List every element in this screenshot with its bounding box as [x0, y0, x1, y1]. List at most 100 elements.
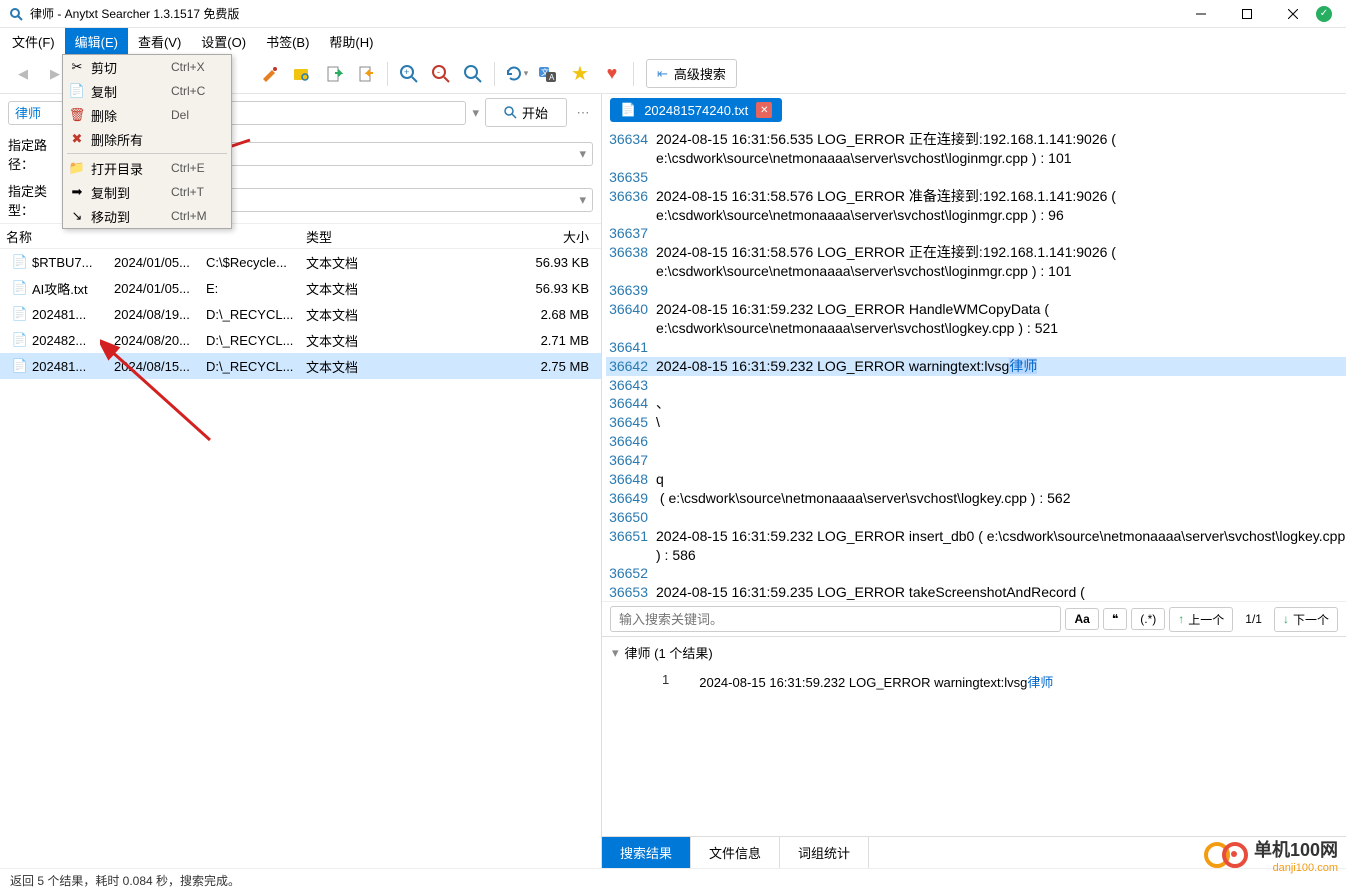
file-list: 📄$RTBU7...2024/01/05...C:\$Recycle...文本文…	[0, 249, 601, 868]
zoom-in-icon[interactable]: +	[394, 59, 424, 89]
text-viewer[interactable]: 366342024-08-15 16:31:56.535 LOG_ERROR 正…	[602, 126, 1346, 601]
menu-edit[interactable]: 编辑(E)	[65, 28, 128, 55]
refresh-icon[interactable]: ▾	[501, 59, 531, 89]
find-bar: Aa ❝ (.*) ↑上一个 1/1 ↓下一个	[602, 601, 1346, 636]
viewer-line: 366362024-08-15 16:31:58.576 LOG_ERROR 准…	[606, 187, 1346, 225]
menu-open-dir[interactable]: 📁打开目录Ctrl+E	[63, 156, 231, 180]
status-bar: 返回 5 个结果，耗时 0.084 秒，搜索完成。	[0, 868, 1346, 892]
file-icon: 📄	[12, 280, 28, 296]
maximize-button[interactable]	[1224, 0, 1270, 28]
close-tab-button[interactable]: ✕	[756, 102, 772, 118]
results-area: ▾ 律师 (1 个结果) 12024-08-15 16:31:59.232 LOG…	[602, 636, 1346, 836]
file-icon: 📄	[12, 332, 28, 348]
search-icon[interactable]	[458, 59, 488, 89]
menu-file[interactable]: 文件(F)	[2, 28, 65, 55]
viewer-line: 36645\	[606, 413, 1346, 432]
viewer-line: 36644、	[606, 394, 1346, 413]
col-name[interactable]: 名称	[0, 227, 100, 246]
menu-view[interactable]: 查看(V)	[128, 28, 191, 55]
viewer-line: 36646	[606, 432, 1346, 451]
menu-help[interactable]: 帮助(H)	[319, 28, 383, 55]
translate-icon[interactable]: 文A	[533, 59, 563, 89]
viewer-line: 36650	[606, 508, 1346, 527]
app-icon	[8, 6, 24, 22]
menu-delete[interactable]: 🗑删除Del	[63, 103, 231, 127]
tab-stats[interactable]: 词组统计	[780, 837, 869, 868]
menu-settings[interactable]: 设置(O)	[191, 28, 256, 55]
delete-icon: 🗑	[63, 107, 91, 123]
svg-text:A: A	[549, 73, 555, 82]
menu-copy-to[interactable]: ➡复制到Ctrl+T	[63, 180, 231, 204]
brush-icon[interactable]	[255, 59, 285, 89]
table-row[interactable]: 📄202481...2024/08/19...D:\_RECYCL...文本文档…	[0, 301, 601, 327]
viewer-line: 366402024-08-15 16:31:59.232 LOG_ERROR H…	[606, 300, 1346, 338]
col-type[interactable]: 类型	[300, 227, 430, 246]
cut-icon: ✂	[63, 59, 91, 75]
viewer-line: 36637	[606, 224, 1346, 243]
edit-dropdown: ✂剪切Ctrl+X 📄复制Ctrl+C 🗑删除Del ✖删除所有 📁打开目录Ct…	[62, 54, 232, 229]
zoom-out-icon[interactable]: -	[426, 59, 456, 89]
menu-separator	[67, 153, 227, 154]
status-ok-icon: ✓	[1316, 6, 1332, 22]
svg-text:+: +	[404, 67, 409, 77]
table-row[interactable]: 📄AI攻略.txt2024/01/05...E:文本文档56.93 KB	[0, 275, 601, 301]
nav-back-button[interactable]: ◀	[8, 59, 38, 89]
type-label: 指定类型：	[8, 181, 68, 219]
viewer-line: 36649 ( e:\csdwork\source\netmonaaaa\ser…	[606, 489, 1346, 508]
close-button[interactable]	[1270, 0, 1316, 28]
viewer-line: 36641	[606, 338, 1346, 357]
svg-text:-: -	[437, 67, 440, 77]
find-next-button[interactable]: ↓下一个	[1274, 607, 1338, 632]
delete-all-icon: ✖	[63, 131, 91, 147]
tab-results[interactable]: 搜索结果	[602, 837, 691, 868]
find-whole-button[interactable]: ❝	[1103, 608, 1127, 630]
table-row[interactable]: 📄202482...2024/08/20...D:\_RECYCL...文本文档…	[0, 327, 601, 353]
viewer-line: 36647	[606, 451, 1346, 470]
file-icon: 📄	[620, 102, 636, 118]
viewer-line: 36643	[606, 376, 1346, 395]
copy-icon: 📄	[63, 83, 91, 99]
results-header: 律师 (1 个结果)	[625, 643, 713, 662]
viewer-line: 366382024-08-15 16:31:58.576 LOG_ERROR 正…	[606, 243, 1346, 281]
start-button[interactable]: 开始	[485, 98, 567, 127]
tab-filename: 202481574240.txt	[644, 103, 748, 118]
folder-search-icon[interactable]	[287, 59, 317, 89]
file-icon: 📄	[12, 358, 28, 374]
window-title: 律师 - Anytxt Searcher 1.3.1517 免费版	[30, 5, 1178, 22]
folder-icon: 📁	[63, 160, 91, 176]
find-counter: 1/1	[1237, 612, 1270, 626]
move-to-icon: ↘	[63, 208, 91, 224]
viewer-line: 366342024-08-15 16:31:56.535 LOG_ERROR 正…	[606, 130, 1346, 168]
more-button[interactable]: ⋯	[573, 105, 593, 121]
find-case-button[interactable]: Aa	[1065, 608, 1098, 630]
heart-icon[interactable]: ♥	[597, 59, 627, 89]
viewer-line: 36652	[606, 564, 1346, 583]
path-label: 指定路径：	[8, 135, 68, 173]
export-icon[interactable]	[319, 59, 349, 89]
menu-delete-all[interactable]: ✖删除所有	[63, 127, 231, 151]
import-icon[interactable]	[351, 59, 381, 89]
file-tab[interactable]: 📄 202481574240.txt ✕	[610, 98, 782, 122]
advanced-search-button[interactable]: ⇤ 高级搜索	[646, 59, 737, 88]
viewer-line: 36648q	[606, 470, 1346, 489]
menu-bookmark[interactable]: 书签(B)	[256, 28, 319, 55]
col-size[interactable]: 大小	[430, 227, 601, 246]
table-row[interactable]: 📄$RTBU7...2024/01/05...C:\$Recycle...文本文…	[0, 249, 601, 275]
find-prev-button[interactable]: ↑上一个	[1169, 607, 1233, 632]
result-item[interactable]: 12024-08-15 16:31:59.232 LOG_ERROR warni…	[602, 668, 1346, 695]
file-icon: 📄	[12, 254, 28, 270]
table-row[interactable]: 📄202481...2024/08/15...D:\_RECYCL...文本文档…	[0, 353, 601, 379]
viewer-line: 366532024-08-15 16:31:59.235 LOG_ERROR t…	[606, 583, 1346, 601]
minimize-button[interactable]	[1178, 0, 1224, 28]
tab-fileinfo[interactable]: 文件信息	[691, 837, 780, 868]
chevron-down-icon[interactable]: ▾	[612, 645, 619, 661]
find-regex-button[interactable]: (.*)	[1131, 608, 1165, 630]
file-icon: 📄	[12, 306, 28, 322]
menu-cut[interactable]: ✂剪切Ctrl+X	[63, 55, 231, 79]
find-input[interactable]	[610, 606, 1061, 632]
star-icon[interactable]: ★	[565, 59, 595, 89]
menu-bar: 文件(F) 编辑(E) 查看(V) 设置(O) 书签(B) 帮助(H)	[0, 28, 1346, 54]
menu-move-to[interactable]: ↘移动到Ctrl+M	[63, 204, 231, 228]
viewer-line: 36639	[606, 281, 1346, 300]
menu-copy[interactable]: 📄复制Ctrl+C	[63, 79, 231, 103]
